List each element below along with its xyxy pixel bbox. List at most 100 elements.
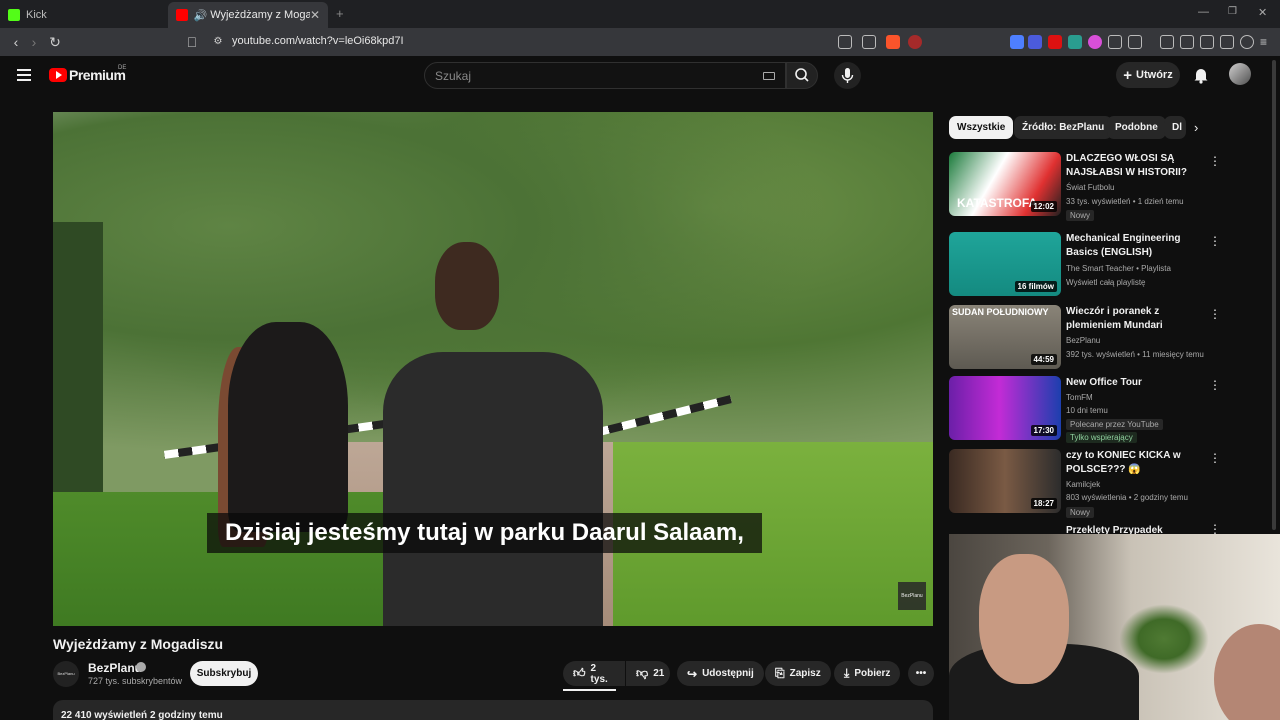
chip-source[interactable]: Źródło: BezPlanu xyxy=(1014,116,1113,139)
menu-icon[interactable]: ≡ xyxy=(1260,35,1274,49)
extensions-icon[interactable] xyxy=(1128,35,1142,49)
like-button[interactable]: 👍︎ 2 tys. xyxy=(563,661,625,686)
recommendation-channel[interactable]: Kamilcjek xyxy=(1066,480,1100,489)
share-icon[interactable] xyxy=(862,35,876,49)
chip-all[interactable]: Wszystkie xyxy=(949,116,1014,139)
more-vertical-icon[interactable]: ⋮ xyxy=(1209,378,1221,392)
video-subtitle: Dzisiaj jesteśmy tutaj w parku Daarul Sa… xyxy=(207,513,762,553)
dislike-button[interactable]: 👎︎ 21 xyxy=(626,661,670,686)
search-input[interactable]: Szukaj xyxy=(424,62,786,89)
search-button[interactable] xyxy=(786,62,818,89)
video-frame-presenter xyxy=(383,242,603,626)
close-window-icon[interactable]: ✕ xyxy=(1258,6,1267,19)
hamburger-menu-icon[interactable] xyxy=(17,69,31,81)
account-avatar[interactable] xyxy=(1229,63,1251,85)
more-vertical-icon[interactable]: ⋮ xyxy=(1209,154,1221,168)
tab-youtube[interactable]: 🔊 Wyjeżdżamy z Mogadiszu - Y ✕ xyxy=(168,2,328,28)
extension-icon[interactable] xyxy=(1048,35,1062,49)
bookmark-icon[interactable]: ⎕ xyxy=(184,34,200,50)
more-vertical-icon[interactable]: ⋮ xyxy=(1209,451,1221,465)
download-button[interactable]: ⤓ Pobierz xyxy=(834,661,901,686)
recommendation-item[interactable]: SUDAN POŁUDNIOWY 44:59 Wieczór i poranek… xyxy=(949,305,1229,373)
extension-icon[interactable] xyxy=(1010,35,1024,49)
chip-similar[interactable]: Podobne xyxy=(1107,116,1166,139)
description-box[interactable]: 22 410 wyświetleń 2 godziny temu xyxy=(53,700,933,720)
video-thumbnail[interactable]: KATASTROFA 12:02 xyxy=(949,152,1061,216)
url-text[interactable]: youtube.com/watch?v=leOi68kpd7I xyxy=(232,35,404,47)
webcam-face xyxy=(979,554,1069,684)
extension-icon[interactable] xyxy=(1088,35,1102,49)
extension-icon[interactable] xyxy=(1068,35,1082,49)
new-tab-button[interactable]: + xyxy=(336,6,344,21)
brave-rewards-icon[interactable] xyxy=(908,35,922,49)
recommendation-channel[interactable]: BezPlanu xyxy=(1066,336,1100,345)
tab-kick[interactable]: Kick xyxy=(0,2,168,28)
brave-shield-icon[interactable] xyxy=(886,35,900,49)
description-stats: 22 410 wyświetleń 2 godziny temu xyxy=(61,710,223,720)
more-vertical-icon[interactable]: ⋮ xyxy=(1209,234,1221,248)
music-icon[interactable] xyxy=(1160,35,1174,49)
recommendation-title[interactable]: Mechanical Engineering Basics (ENGLISH) xyxy=(1066,232,1204,260)
notifications-bell-icon[interactable] xyxy=(1192,66,1210,84)
chip-more[interactable]: Dl xyxy=(1164,116,1186,139)
subscribe-button[interactable]: Subskrybuj xyxy=(190,661,258,686)
brand-label[interactable]: Premium xyxy=(69,67,126,83)
recommendation-item[interactable]: 18:27 czy to KONIEC KICKA w POLSCE??? 😱 … xyxy=(949,449,1229,518)
share-button[interactable]: ↪ Udostępnij xyxy=(677,661,764,686)
recommendation-item[interactable]: 17:30 New Office Tour TomFM 10 dni temu … xyxy=(949,376,1229,444)
recommendation-title[interactable]: New Office Tour xyxy=(1066,376,1204,390)
channel-avatar[interactable]: BezPlanu xyxy=(53,661,79,687)
page-scrollbar[interactable] xyxy=(1272,60,1276,530)
ai-icon[interactable] xyxy=(1220,35,1234,49)
keyboard-icon[interactable] xyxy=(763,72,775,80)
recommendation-channel[interactable]: Świat Futbolu xyxy=(1066,183,1114,192)
wallet-icon[interactable] xyxy=(1200,35,1214,49)
recommendation-item[interactable]: 16 filmów Mechanical Engineering Basics … xyxy=(949,232,1229,300)
screen-icon[interactable] xyxy=(838,35,852,49)
recommendation-title[interactable]: DLACZEGO WŁOSI SĄ NAJSŁABSI W HISTORII? xyxy=(1066,152,1204,180)
back-icon[interactable]: ‹ xyxy=(8,34,24,50)
address-bar: ‹ › ↻ ⎕ ⚙ youtube.com/watch?v=leOi68kpd7… xyxy=(0,28,1280,56)
restore-icon[interactable]: ❐ xyxy=(1228,6,1237,17)
thumbs-up-icon: 👍︎ xyxy=(573,666,586,680)
bookmark-save-icon: ⎘ xyxy=(775,666,785,680)
recommendation-channel[interactable]: The Smart Teacher • Playlista xyxy=(1066,264,1171,273)
minimize-icon[interactable]: — xyxy=(1198,6,1209,18)
verified-icon xyxy=(136,662,146,672)
recommendation-item[interactable]: KATASTROFA 12:02 DLACZEGO WŁOSI SĄ NAJSŁ… xyxy=(949,152,1229,221)
recommendation-channel[interactable]: TomFM xyxy=(1066,393,1093,402)
extension-icon[interactable] xyxy=(1028,35,1042,49)
recommendation-title[interactable]: czy to KONIEC KICKA w POLSCE??? 😱 xyxy=(1066,449,1204,477)
voice-search-button[interactable] xyxy=(834,62,861,89)
recommendation-title[interactable]: Wieczór i poranek z plemieniem Mundari xyxy=(1066,305,1204,333)
puzzle-icon[interactable] xyxy=(1108,35,1122,49)
download-label: Pobierz xyxy=(854,668,891,679)
channel-name[interactable]: BezPlanu xyxy=(88,661,142,675)
video-thumbnail[interactable]: SUDAN POŁUDNIOWY 44:59 xyxy=(949,305,1061,369)
thumbnail-text: SUDAN POŁUDNIOWY xyxy=(952,307,1049,317)
close-tab-icon[interactable]: ✕ xyxy=(310,8,320,22)
playlist-thumbnail[interactable]: 16 filmów xyxy=(949,232,1061,296)
video-thumbnail[interactable]: 18:27 xyxy=(949,449,1061,513)
chips-next-icon[interactable]: › xyxy=(1194,120,1198,135)
video-duration: 44:59 xyxy=(1030,354,1057,365)
video-player[interactable]: Dzisiaj jesteśmy tutaj w parku Daarul Sa… xyxy=(53,112,933,626)
recommendation-title[interactable]: Przeklęty Przypadek Jaszczura xyxy=(1066,524,1204,534)
view-playlist-link[interactable]: Wyświetl całą playlistę xyxy=(1066,278,1146,287)
create-button[interactable]: + Utwórz xyxy=(1116,62,1180,88)
more-actions-button[interactable]: ••• xyxy=(908,661,934,686)
channel-watermark[interactable]: BezPlanu xyxy=(898,582,926,610)
video-thumbnail[interactable]: 17:30 xyxy=(949,376,1061,440)
recommendation-item[interactable]: Przeklęty Przypadek Jaszczura ⋮ xyxy=(949,523,1229,534)
site-info-icon[interactable]: ⚙ xyxy=(210,34,226,50)
reload-icon[interactable]: ↻ xyxy=(47,34,63,50)
forward-icon[interactable]: › xyxy=(26,34,42,50)
search-icon xyxy=(795,68,809,82)
youtube-logo-icon[interactable] xyxy=(49,68,67,82)
vpn-icon[interactable] xyxy=(1240,35,1254,49)
more-vertical-icon[interactable]: ⋮ xyxy=(1209,523,1221,534)
more-vertical-icon[interactable]: ⋮ xyxy=(1209,307,1221,321)
video-frame-person xyxy=(228,322,348,532)
sidebar-icon[interactable] xyxy=(1180,35,1194,49)
save-button[interactable]: ⎘ Zapisz xyxy=(765,661,831,686)
